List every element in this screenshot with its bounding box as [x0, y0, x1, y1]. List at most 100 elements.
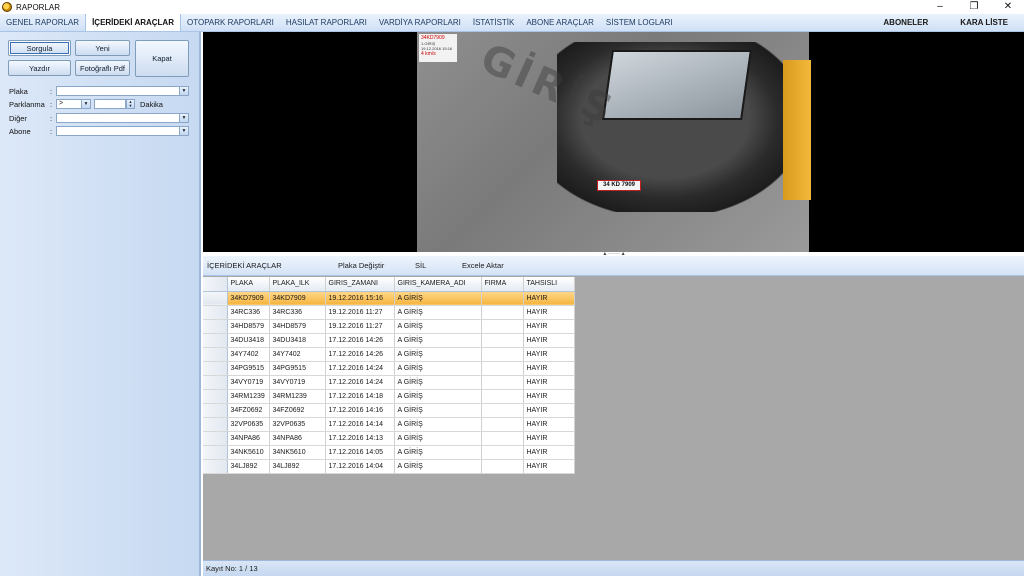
- cell-giris-kamera-adi[interactable]: A GİRİŞ: [394, 305, 482, 320]
- abone-combo[interactable]: ▼: [56, 126, 189, 136]
- column-header-plaka-ilk[interactable]: PLAKA_ILK: [269, 277, 326, 292]
- table-row[interactable]: 34DU3418 34DU3418 17.12.2016 14:26 A GİRİŞ H…: [203, 333, 575, 348]
- dakika-input[interactable]: [94, 99, 126, 109]
- row-header[interactable]: [203, 361, 228, 376]
- cell-firma[interactable]: [481, 389, 524, 404]
- fotografli-pdf-button[interactable]: Fotoğraflı Pdf: [75, 60, 130, 76]
- cell-plaka[interactable]: 34HD8579: [227, 319, 270, 334]
- tab-vardiya-raporlari[interactable]: VARDİYA RAPORLARI: [373, 14, 467, 31]
- cell-plaka[interactable]: 34RC336: [227, 305, 270, 320]
- row-header[interactable]: [203, 305, 228, 320]
- chevron-down-icon[interactable]: ▼: [179, 87, 188, 95]
- cell-plaka[interactable]: 32VP0635: [227, 417, 270, 432]
- row-header[interactable]: [203, 291, 228, 306]
- cell-plaka[interactable]: 34FZ0692: [227, 403, 270, 418]
- cell-plaka-ilk[interactable]: 34RC336: [269, 305, 326, 320]
- kapat-button[interactable]: Kapat: [135, 40, 189, 77]
- cell-tahsisli[interactable]: HAYIR: [523, 319, 575, 334]
- cell-tahsisli[interactable]: HAYIR: [523, 305, 575, 320]
- row-header[interactable]: [203, 333, 228, 348]
- table-row[interactable]: 34FZ0692 34FZ0692 17.12.2016 14:16 A GİRİŞ H…: [203, 403, 575, 418]
- cell-giris-zamani[interactable]: 17.12.2016 14:16: [325, 403, 395, 418]
- cell-plaka-ilk[interactable]: 34VY0719: [269, 375, 326, 390]
- cell-firma[interactable]: [481, 459, 524, 474]
- cell-plaka[interactable]: 34RM1239: [227, 389, 270, 404]
- cell-giris-zamani[interactable]: 17.12.2016 14:26: [325, 347, 395, 362]
- column-header-giris-kamera-adi[interactable]: GIRIS_KAMERA_ADI: [394, 277, 482, 292]
- cell-tahsisli[interactable]: HAYIR: [523, 431, 575, 446]
- close-icon[interactable]: ✕: [1000, 0, 1016, 14]
- cell-tahsisli[interactable]: HAYIR: [523, 445, 575, 460]
- cell-firma[interactable]: [481, 361, 524, 376]
- sorgula-button[interactable]: Sorgula: [8, 40, 71, 56]
- table-row[interactable]: 34Y7402 34Y7402 17.12.2016 14:26 A GİRİŞ HAY…: [203, 347, 575, 362]
- column-header-plaka[interactable]: PLAKA: [227, 277, 270, 292]
- cell-plaka-ilk[interactable]: 34FZ0692: [269, 403, 326, 418]
- cell-giris-zamani[interactable]: 17.12.2016 14:24: [325, 361, 395, 376]
- parklanma-operator-select[interactable]: > ▼: [56, 99, 91, 109]
- cell-plaka[interactable]: 34KD7909: [227, 291, 270, 306]
- row-header[interactable]: [203, 431, 228, 446]
- tab-aboneler[interactable]: ABONELER: [867, 14, 944, 32]
- cell-plaka-ilk[interactable]: 32VP0635: [269, 417, 326, 432]
- column-header-tahsisli[interactable]: TAHSISLI: [523, 277, 575, 292]
- cell-firma[interactable]: [481, 403, 524, 418]
- row-header[interactable]: [203, 445, 228, 460]
- row-header[interactable]: [203, 319, 228, 334]
- excele-aktar-button[interactable]: Excele Aktar: [462, 256, 504, 276]
- table-row[interactable]: 34PG9515 34PG9515 17.12.2016 14:24 A GİRİŞ H…: [203, 361, 575, 376]
- cell-plaka-ilk[interactable]: 34KD7909: [269, 291, 326, 306]
- cell-plaka[interactable]: 34DU3418: [227, 333, 270, 348]
- cell-tahsisli[interactable]: HAYIR: [523, 459, 575, 474]
- cell-firma[interactable]: [481, 431, 524, 446]
- cell-giris-kamera-adi[interactable]: A GİRİŞ: [394, 417, 482, 432]
- table-row[interactable]: 34VY0719 34VY0719 17.12.2016 14:24 A GİRİŞ H…: [203, 375, 575, 390]
- cell-giris-zamani[interactable]: 19.12.2016 11:27: [325, 319, 395, 334]
- table-row[interactable]: 34HD8579 34HD8579 19.12.2016 11:27 A GİRİŞ H…: [203, 319, 575, 334]
- cell-plaka-ilk[interactable]: 34NK5610: [269, 445, 326, 460]
- yeni-button[interactable]: Yeni: [75, 40, 130, 56]
- chevron-down-icon[interactable]: ▼: [81, 100, 90, 108]
- row-header[interactable]: [203, 459, 228, 474]
- cell-giris-zamani[interactable]: 19.12.2016 15:16: [325, 291, 395, 306]
- plaka-combo[interactable]: ▼: [56, 86, 189, 96]
- table-row[interactable]: 34LJ892 34LJ892 17.12.2016 14:04 A GİRİŞ HAY…: [203, 459, 575, 474]
- cell-giris-kamera-adi[interactable]: A GİRİŞ: [394, 319, 482, 334]
- cell-giris-zamani[interactable]: 17.12.2016 14:24: [325, 375, 395, 390]
- cell-firma[interactable]: [481, 347, 524, 362]
- cell-giris-zamani[interactable]: 17.12.2016 14:26: [325, 333, 395, 348]
- cell-giris-kamera-adi[interactable]: A GİRİŞ: [394, 291, 482, 306]
- row-header[interactable]: [203, 389, 228, 404]
- cell-giris-kamera-adi[interactable]: A GİRİŞ: [394, 431, 482, 446]
- cell-plaka[interactable]: 34NPA86: [227, 431, 270, 446]
- cell-plaka[interactable]: 34Y7402: [227, 347, 270, 362]
- cell-giris-zamani[interactable]: 19.12.2016 11:27: [325, 305, 395, 320]
- cell-tahsisli[interactable]: HAYIR: [523, 375, 575, 390]
- tab-otopark-raporlari[interactable]: OTOPARK RAPORLARI: [181, 14, 280, 31]
- cell-tahsisli[interactable]: HAYIR: [523, 291, 575, 306]
- tab-abone-araclar[interactable]: ABONE ARAÇLAR: [520, 14, 600, 31]
- table-row[interactable]: 32VP0635 32VP0635 17.12.2016 14:14 A GİRİŞ H…: [203, 417, 575, 432]
- cell-plaka-ilk[interactable]: 34Y7402: [269, 347, 326, 362]
- cell-plaka-ilk[interactable]: 34NPA86: [269, 431, 326, 446]
- cell-giris-kamera-adi[interactable]: A GİRİŞ: [394, 403, 482, 418]
- cell-plaka-ilk[interactable]: 34RM1239: [269, 389, 326, 404]
- cell-giris-kamera-adi[interactable]: A GİRİŞ: [394, 389, 482, 404]
- cell-firma[interactable]: [481, 291, 524, 306]
- cell-tahsisli[interactable]: HAYIR: [523, 403, 575, 418]
- cell-firma[interactable]: [481, 305, 524, 320]
- tab-hasilat-raporlari[interactable]: HASILAT RAPORLARI: [280, 14, 373, 31]
- cell-giris-kamera-adi[interactable]: A GİRİŞ: [394, 347, 482, 362]
- row-header[interactable]: [203, 417, 228, 432]
- cell-plaka-ilk[interactable]: 34HD8579: [269, 319, 326, 334]
- tab-genel-raporlar[interactable]: GENEL RAPORLAR: [0, 14, 85, 31]
- column-header-giris-zamani[interactable]: GIRIS_ZAMANI: [325, 277, 395, 292]
- cell-firma[interactable]: [481, 333, 524, 348]
- cell-giris-zamani[interactable]: 17.12.2016 14:05: [325, 445, 395, 460]
- cell-tahsisli[interactable]: HAYIR: [523, 389, 575, 404]
- minimize-icon[interactable]: –: [932, 0, 948, 14]
- cell-giris-kamera-adi[interactable]: A GİRİŞ: [394, 375, 482, 390]
- table-row[interactable]: 34NK5610 34NK5610 17.12.2016 14:05 A GİRİŞ H…: [203, 445, 575, 460]
- cell-tahsisli[interactable]: HAYIR: [523, 347, 575, 362]
- cell-tahsisli[interactable]: HAYIR: [523, 361, 575, 376]
